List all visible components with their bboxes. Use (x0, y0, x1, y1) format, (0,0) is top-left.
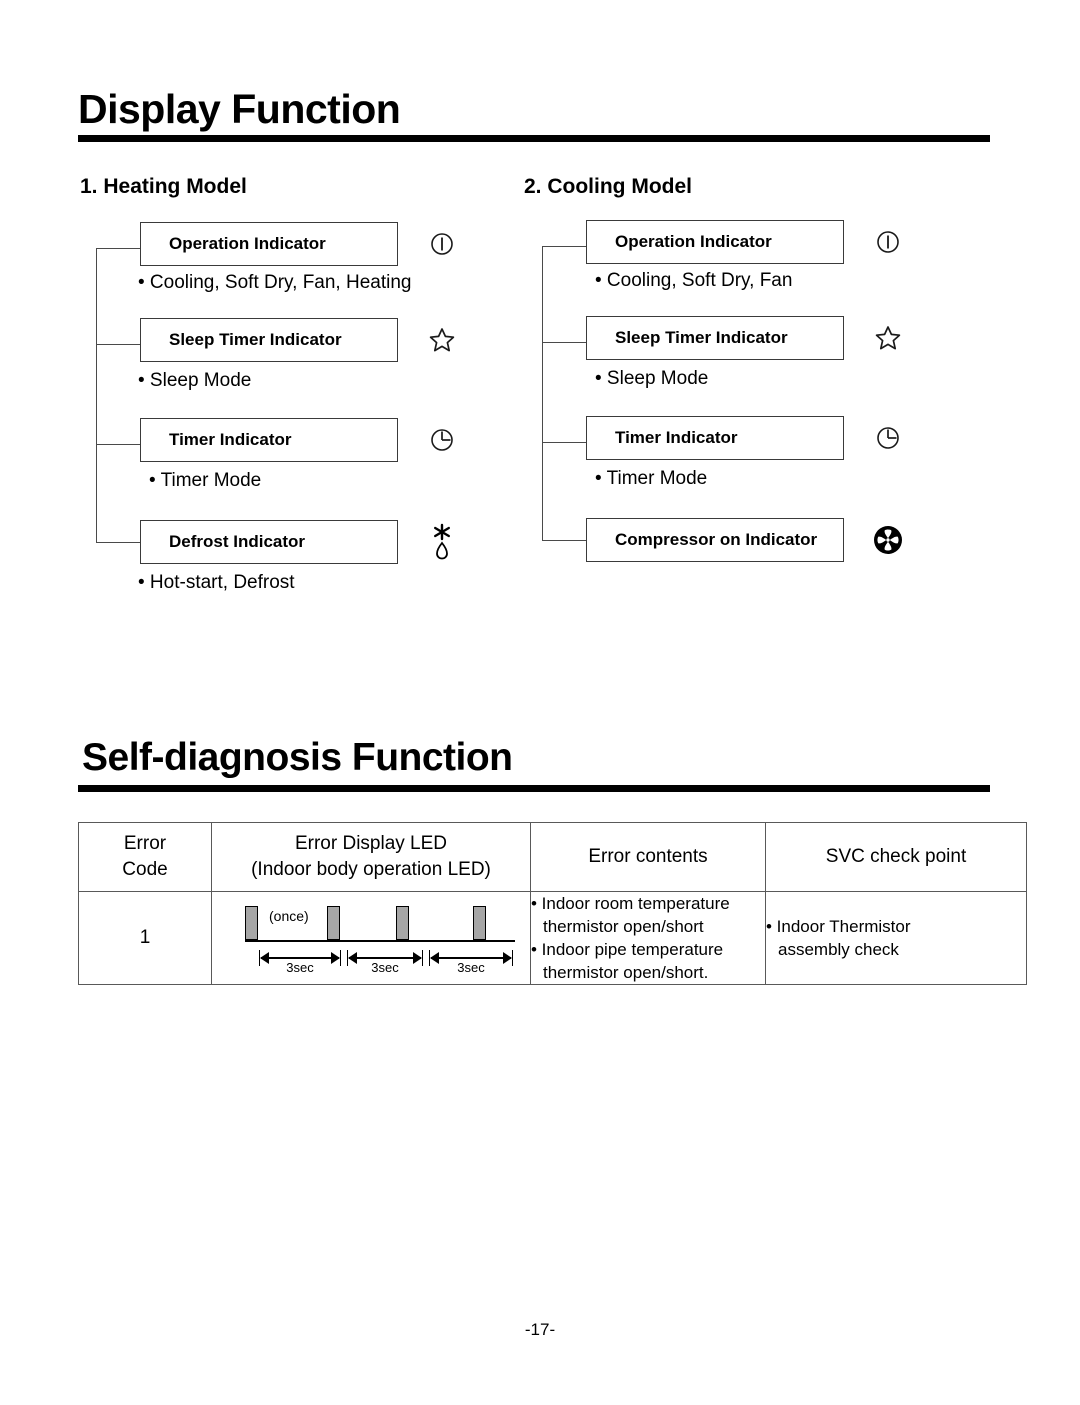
indicator-box-operation: Operation Indicator (140, 222, 398, 266)
header-svc-check-point: SVC check point (765, 822, 1027, 892)
table-row: 1 (once) 3sec 3sec 3sec • Indoor room te… (78, 891, 1027, 985)
table-header-row: Error Code Error Display LED (Indoor bod… (78, 822, 1027, 892)
star-icon (420, 318, 464, 362)
svc-subline: assembly check (778, 940, 899, 959)
indicator-label: Operation Indicator (615, 232, 772, 251)
defrost-snowflake-drop-icon (420, 520, 464, 564)
header-error-code: Error Code (78, 822, 212, 892)
indicator-box-operation: Operation Indicator (586, 220, 844, 264)
self-diagnosis-table: Error Code Error Display LED (Indoor bod… (78, 822, 1027, 985)
waveform-baseline (245, 940, 515, 942)
indicator-label: Timer Indicator (169, 430, 292, 449)
interval-arrow-line (261, 957, 339, 959)
led-timing-diagram: (once) 3sec 3sec 3sec (221, 892, 521, 984)
power-icon (420, 222, 464, 266)
cell-error-code: 1 (78, 891, 212, 985)
tree-branch (96, 444, 140, 445)
display-function-heading: Display Function (78, 86, 401, 132)
interval-span: 3sec (347, 950, 423, 975)
page-number: -17- (524, 1320, 556, 1339)
cell-svc-check-point: • Indoor Thermistor assembly check (765, 891, 1027, 985)
header-led-line2: (Indoor body operation LED) (251, 859, 491, 880)
indicator-box-defrost: Defrost Indicator (140, 520, 398, 564)
star-icon (866, 316, 910, 360)
self-diagnosis-rule (78, 785, 990, 792)
tree-spine (96, 248, 97, 542)
indicator-label: Timer Indicator (615, 428, 738, 447)
indicator-box-sleep-timer: Sleep Timer Indicator (586, 316, 844, 360)
indicator-box-timer: Timer Indicator (140, 418, 398, 462)
header-error-display-led: Error Display LED (Indoor body operation… (211, 822, 531, 892)
interval-label: 3sec (457, 960, 485, 975)
tree-branch (542, 540, 586, 541)
fan-propeller-icon (866, 518, 910, 562)
indicator-label: Operation Indicator (169, 234, 326, 253)
led-pulse (473, 906, 486, 940)
indicator-label: Sleep Timer Indicator (615, 328, 788, 347)
indicator-note: • Cooling, Soft Dry, Fan, Heating (138, 272, 412, 293)
heating-model-indicator-tree: Operation Indicator • Cooling, Soft Dry,… (96, 222, 536, 612)
indicator-label: Defrost Indicator (169, 532, 306, 551)
led-pulse (327, 906, 340, 940)
cell-error-contents: • Indoor room temperature thermistor ope… (530, 891, 766, 985)
clock-icon (866, 416, 910, 460)
error-content-subline: thermistor open/short (543, 917, 704, 936)
indicator-label: Compressor on Indicator (615, 530, 818, 549)
tree-branch (542, 442, 586, 443)
indicator-note: • Timer Mode (149, 470, 262, 491)
cooling-model-indicator-tree: Operation Indicator • Cooling, Soft Dry,… (542, 220, 982, 610)
power-icon (866, 220, 910, 264)
indicator-box-timer: Timer Indicator (586, 416, 844, 460)
error-content-bullet: • Indoor room temperature (531, 894, 730, 913)
header-led-line1: Error Display LED (294, 833, 448, 854)
cooling-model-heading: 2. Cooling Model (524, 175, 692, 198)
document-page: Display Function 1. Heating Model 2. Coo… (0, 0, 1080, 1405)
tree-branch (96, 248, 140, 249)
interval-arrow-line (431, 957, 511, 959)
indicator-note: • Timer Mode (595, 468, 708, 489)
led-pulse (396, 906, 409, 940)
tree-branch (96, 344, 140, 345)
interval-label: 3sec (286, 960, 314, 975)
indicator-box-compressor-on: Compressor on Indicator (586, 518, 844, 562)
tree-spine (542, 246, 543, 540)
interval-span: 3sec (259, 950, 341, 975)
clock-icon (420, 418, 464, 462)
indicator-note: • Cooling, Soft Dry, Fan (595, 270, 793, 291)
header-error-contents: Error contents (530, 822, 766, 892)
tree-branch (542, 342, 586, 343)
display-function-rule (78, 135, 990, 142)
interval-span: 3sec (429, 950, 513, 975)
interval-label: 3sec (371, 960, 399, 975)
header-error-code-line1: Error (123, 833, 167, 854)
header-error-code-line2: Code (122, 859, 168, 880)
indicator-label: Sleep Timer Indicator (169, 330, 342, 349)
indicator-note: • Sleep Mode (595, 368, 709, 389)
indicator-note: • Sleep Mode (138, 370, 252, 391)
interval-arrow-line (349, 957, 421, 959)
tree-branch (96, 542, 140, 543)
error-content-subline: thermistor open/short. (543, 963, 709, 982)
tree-branch (542, 246, 586, 247)
indicator-box-sleep-timer: Sleep Timer Indicator (140, 318, 398, 362)
self-diagnosis-heading: Self-diagnosis Function (82, 736, 513, 779)
error-content-bullet: • Indoor pipe temperature (531, 940, 724, 959)
heating-model-heading: 1. Heating Model (80, 175, 247, 198)
once-label: (once) (269, 908, 309, 924)
indicator-note: • Hot-start, Defrost (138, 572, 295, 593)
cell-led-waveform: (once) 3sec 3sec 3sec (211, 891, 531, 985)
svc-bullet: • Indoor Thermistor (766, 917, 911, 936)
led-pulse (245, 906, 258, 940)
